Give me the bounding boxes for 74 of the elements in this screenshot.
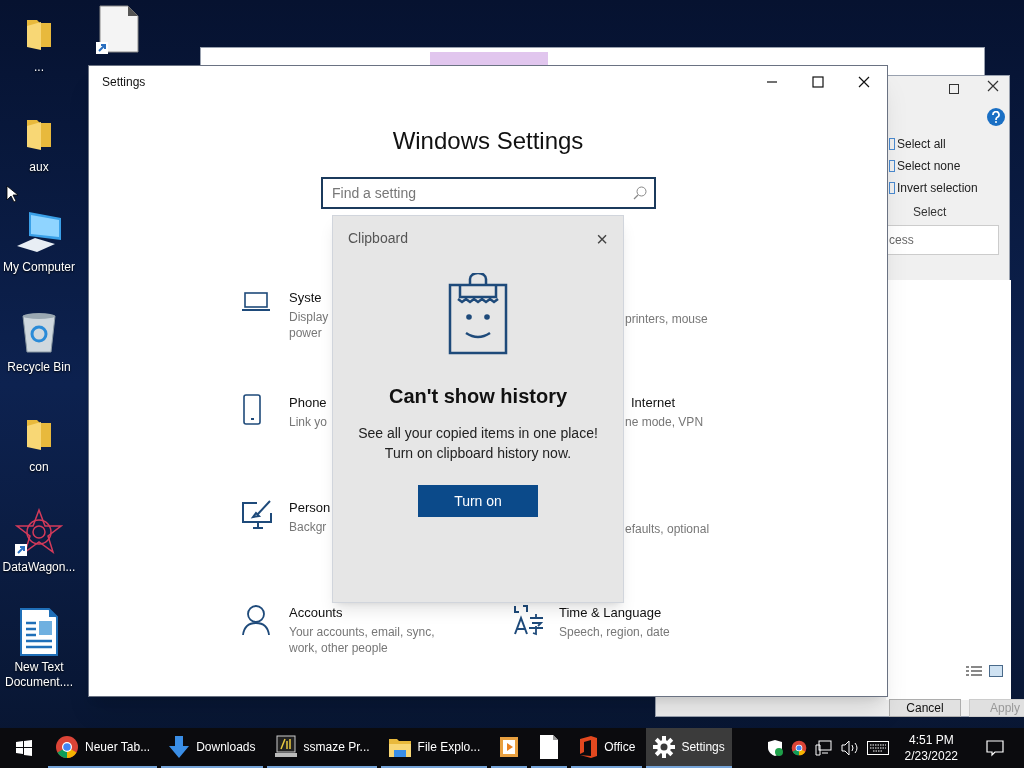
window-title: Settings <box>102 74 146 91</box>
category-description: printers, mouse <box>625 311 708 327</box>
download-arrow-icon <box>168 735 191 759</box>
category-title[interactable]: Time & Language <box>559 604 670 622</box>
ribbon-button[interactable]: Select none <box>889 157 978 174</box>
speaker-icon[interactable] <box>840 740 859 756</box>
clock-date[interactable]: 2/23/2022 <box>904 748 958 764</box>
maximize-icon[interactable] <box>949 84 959 94</box>
text-document-icon <box>19 607 59 657</box>
office-logo-icon <box>578 735 599 759</box>
taskbar-button[interactable]: Office <box>571 728 643 768</box>
keyboard-icon[interactable] <box>866 741 889 755</box>
panel-title: Clipboard <box>348 229 408 248</box>
category-description: Speech, region, date <box>559 624 670 640</box>
language-icon <box>511 604 545 636</box>
details-view-icon[interactable] <box>966 666 982 678</box>
search-field[interactable]: Find a setting <box>321 177 656 209</box>
help-icon[interactable] <box>987 108 1005 126</box>
clipboard-face-icon <box>448 273 508 355</box>
gear-icon <box>653 736 676 758</box>
category-title[interactable]: Phone <box>289 394 328 412</box>
category-description: Your accounts, email, sync, work, other people <box>289 624 435 656</box>
person-icon <box>241 604 271 636</box>
network-icon[interactable] <box>814 740 833 756</box>
taskbar-button[interactable]: ssmaze Pr... <box>266 728 377 768</box>
taskbar-button[interactable]: Neuer Tab... <box>48 728 158 768</box>
category-description: Link yo <box>289 414 328 430</box>
panel-heading: Can't show history <box>388 384 568 409</box>
ribbon-group-label: Select <box>913 204 947 221</box>
close-icon[interactable] <box>987 80 999 94</box>
blank-document-icon <box>539 734 560 760</box>
shield-icon[interactable] <box>766 740 783 756</box>
star-pattern-icon <box>15 508 63 556</box>
recycle-bin-icon <box>19 310 59 354</box>
browser-icon <box>55 735 79 759</box>
terminal-window-icon <box>273 735 298 759</box>
clock-time[interactable]: 4:51 PM <box>908 732 954 748</box>
notification-icon[interactable] <box>986 739 1004 757</box>
page-heading: Windows Settings <box>391 126 585 155</box>
category-title[interactable]: Internet <box>631 394 704 412</box>
category-title[interactable]: Person <box>289 499 331 517</box>
category-title[interactable]: Accounts <box>289 604 435 622</box>
icon-label[interactable]: New Text Document.... <box>4 660 74 690</box>
icon-label[interactable]: aux <box>28 160 50 175</box>
taskbar-button[interactable]: Downloads <box>161 728 263 768</box>
close-button[interactable]: × <box>596 228 608 249</box>
document-icon <box>96 4 140 54</box>
category-description: Display power <box>289 309 329 341</box>
icon-label[interactable]: con <box>28 460 50 475</box>
browser-icon[interactable] <box>790 740 807 756</box>
ribbon-button[interactable]: Invert selection <box>889 179 978 196</box>
taskbar-button[interactable]: File Explo... <box>380 728 488 768</box>
taskbar-button[interactable]: Settings <box>646 728 732 768</box>
icon-label[interactable]: ... <box>33 60 45 75</box>
dialog-button[interactable]: Cancel <box>889 699 961 717</box>
category-description: ne mode, VPN <box>625 414 704 430</box>
icon-label[interactable]: DataWagon... <box>1 560 77 575</box>
category-description: Backgr <box>289 519 328 535</box>
phone-icon <box>241 394 263 426</box>
ribbon-button[interactable]: Select all <box>889 135 978 152</box>
folder-icon <box>387 736 412 758</box>
mouse-pointer-icon <box>6 185 18 203</box>
icon-label[interactable]: My Computer <box>2 260 76 275</box>
computer-icon <box>15 210 63 254</box>
panel-message: See all your copied items in one place! Turn on clipboard history now. <box>358 424 598 463</box>
icon-label[interactable]: Recycle Bin <box>6 360 72 375</box>
text-field[interactable]: cess <box>886 225 999 255</box>
turn-on-button[interactable]: Turn on <box>418 485 538 517</box>
large-icons-view-icon[interactable] <box>989 665 1003 677</box>
category-title[interactable]: Syste <box>289 289 329 307</box>
media-player-icon <box>499 736 520 758</box>
category-description: efaults, optional <box>625 521 710 537</box>
search-icon[interactable] <box>633 186 647 200</box>
paintbrush-screen-icon <box>241 499 273 529</box>
